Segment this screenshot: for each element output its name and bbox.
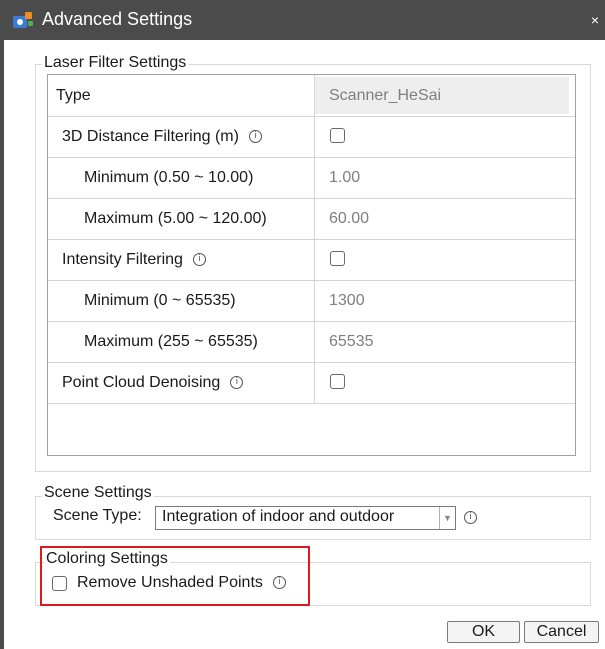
denoising-checkbox[interactable] xyxy=(330,374,345,389)
row-label-distance-min: Minimum (0.50 ~ 10.00) xyxy=(84,169,254,186)
chevron-down-icon[interactable]: ▼ xyxy=(439,507,455,529)
intensity-min-value[interactable]: 1300 xyxy=(329,280,365,321)
row-label-intensity-min: Minimum (0 ~ 65535) xyxy=(84,292,236,309)
laser-filter-table: Type Scanner_HeSai 3D Distance Filtering… xyxy=(47,74,576,456)
ok-button[interactable]: OK xyxy=(447,621,520,643)
distance-min-value[interactable]: 1.00 xyxy=(329,157,360,198)
info-icon[interactable]: i xyxy=(230,376,244,390)
row-label-distance-max: Maximum (5.00 ~ 120.00) xyxy=(84,210,267,227)
table-row: Point Cloud Denoising i xyxy=(48,362,575,404)
table-row: Minimum (0 ~ 65535) 1300 xyxy=(48,280,575,322)
table-row: 3D Distance Filtering (m) i xyxy=(48,116,575,158)
info-icon[interactable]: i xyxy=(248,130,262,144)
info-icon[interactable]: i xyxy=(464,511,477,524)
close-icon[interactable]: × xyxy=(591,12,599,28)
window-border xyxy=(0,40,4,649)
scene-type-label: Scene Type: xyxy=(53,507,142,524)
row-label-type: Type xyxy=(56,87,91,104)
highlight-box xyxy=(40,546,310,606)
table-row: Minimum (0.50 ~ 10.00) 1.00 xyxy=(48,157,575,199)
window-title: Advanced Settings xyxy=(42,9,193,29)
distance-max-value[interactable]: 60.00 xyxy=(329,198,369,239)
table-row: Maximum (5.00 ~ 120.00) 60.00 xyxy=(48,198,575,240)
scene-type-select[interactable]: Integration of indoor and outdoor ▼ xyxy=(155,506,456,530)
table-row: Type Scanner_HeSai xyxy=(48,75,575,117)
cancel-button[interactable]: Cancel xyxy=(524,621,599,643)
info-icon[interactable]: i xyxy=(192,253,206,267)
title-bar: Advanced Settings × xyxy=(0,0,605,40)
scene-settings-legend: Scene Settings xyxy=(42,484,154,502)
type-value: Scanner_HeSai xyxy=(329,87,442,104)
row-label-intensity-max: Maximum (255 ~ 65535) xyxy=(84,333,258,350)
table-row: Intensity Filtering i xyxy=(48,239,575,281)
table-row: Maximum (255 ~ 65535) 65535 xyxy=(48,321,575,363)
app-icon xyxy=(13,12,33,28)
row-label-3d-distance: 3D Distance Filtering (m) i xyxy=(62,116,262,157)
laser-filter-legend: Laser Filter Settings xyxy=(42,54,189,72)
intensity-max-value[interactable]: 65535 xyxy=(329,321,374,362)
scene-type-value: Integration of indoor and outdoor xyxy=(162,508,395,525)
row-label-intensity: Intensity Filtering i xyxy=(62,239,206,280)
distance-filter-checkbox[interactable] xyxy=(330,128,345,143)
row-label-denoising: Point Cloud Denoising i xyxy=(62,362,244,403)
intensity-filter-checkbox[interactable] xyxy=(330,251,345,266)
